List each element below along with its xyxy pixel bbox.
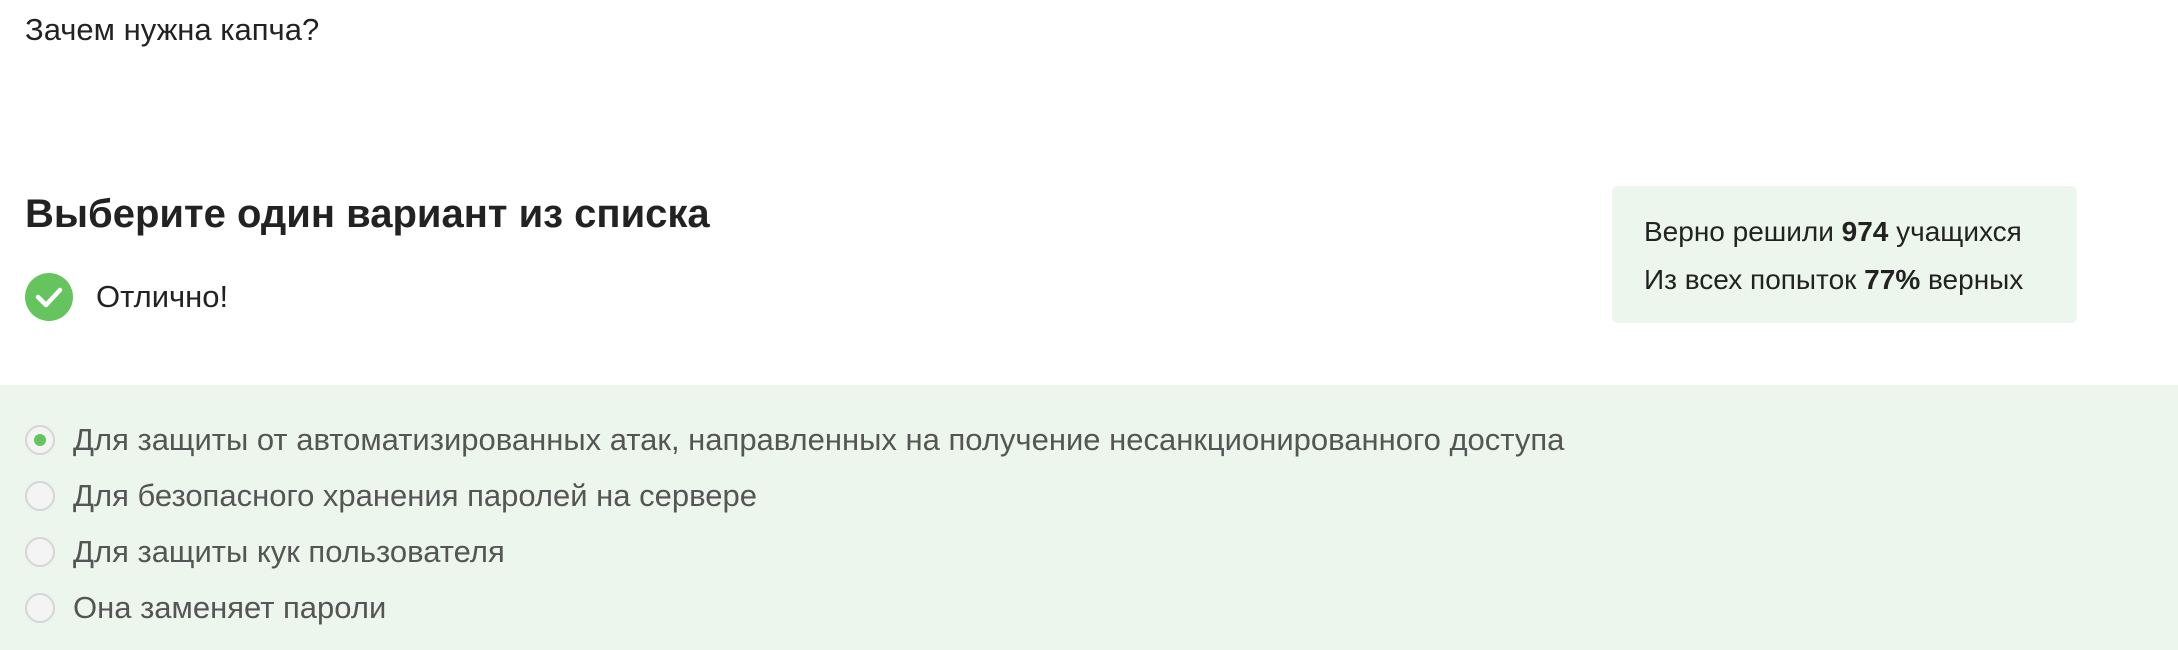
radio-button[interactable] <box>25 481 55 511</box>
stats-solved-prefix: Верно решили <box>1644 216 1842 247</box>
answer-option-label[interactable]: Для безопасного хранения паролей на серв… <box>73 478 757 514</box>
answer-option[interactable]: Для защиты от автоматизированных атак, н… <box>25 420 1564 460</box>
answer-option[interactable]: Для безопасного хранения паролей на серв… <box>25 476 757 516</box>
question-text: Зачем нужна капча? <box>25 12 320 47</box>
radio-button[interactable] <box>25 537 55 567</box>
answer-option[interactable]: Она заменяет пароли <box>25 588 386 628</box>
check-circle-icon <box>25 273 73 321</box>
stats-box: Верно решили 974 учащихся Из всех попыто… <box>1612 186 2077 323</box>
stats-solved-count: 974 <box>1841 216 1889 247</box>
stats-solved-suffix: учащихся <box>1888 216 2022 247</box>
radio-dot <box>34 434 46 446</box>
feedback-message: Отлично! <box>25 273 228 321</box>
quiz-page: Зачем нужна капча? Выберите один вариант… <box>0 0 2178 650</box>
stats-attempts-line: Из всех попыток 77% верных <box>1644 256 2077 304</box>
radio-button-selected[interactable] <box>25 425 55 455</box>
stats-attempts-prefix: Из всех попыток <box>1644 264 1865 295</box>
answer-option[interactable]: Для защиты кук пользователя <box>25 532 505 572</box>
stats-attempts-percent: 77% <box>1864 264 1921 295</box>
instruction-heading: Выберите один вариант из списка <box>25 192 710 236</box>
feedback-text: Отлично! <box>96 279 229 314</box>
answer-option-label[interactable]: Для защиты от автоматизированных атак, н… <box>73 422 1564 458</box>
stats-solved-line: Верно решили 974 учащихся <box>1644 208 2077 256</box>
answer-option-label[interactable]: Она заменяет пароли <box>73 590 386 626</box>
radio-button[interactable] <box>25 593 55 623</box>
answer-option-label[interactable]: Для защиты кук пользователя <box>73 534 505 570</box>
stats-attempts-suffix: верных <box>1920 264 2024 295</box>
answer-options: Для защиты от автоматизированных атак, н… <box>0 385 2178 650</box>
